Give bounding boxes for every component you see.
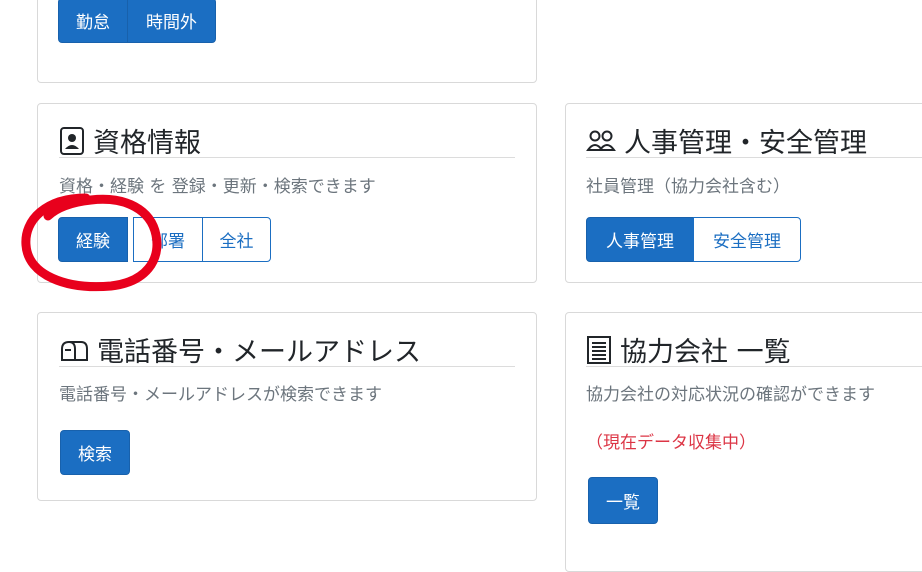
qualifications-description: 資格・経験 を 登録・更新・検索できます xyxy=(59,177,376,197)
people-icon xyxy=(586,128,616,154)
overtime-button[interactable]: 時間外 xyxy=(127,0,216,43)
data-collecting-note: （現在データ収集中） xyxy=(586,433,756,453)
mailbox-icon xyxy=(59,337,89,363)
list-document-icon xyxy=(586,335,612,365)
phone-description: 電話番号・メールアドレスが検索できます xyxy=(59,385,382,405)
safety-management-button[interactable]: 安全管理 xyxy=(693,217,801,262)
experience-button[interactable]: 経験 xyxy=(58,217,128,262)
partners-description: 協力会社の対応状況の確認ができます xyxy=(586,385,875,405)
search-button[interactable]: 検索 xyxy=(60,430,130,475)
hr-title-text: 人事管理・安全管理 xyxy=(624,128,867,159)
phone-title-text: 電話番号・メールアドレス xyxy=(97,337,421,368)
partners-divider xyxy=(586,366,922,367)
hr-management-button[interactable]: 人事管理 xyxy=(586,217,694,262)
partners-title: 協力会社 一覧 xyxy=(586,330,791,369)
qualifications-divider xyxy=(59,157,515,158)
id-badge-icon xyxy=(59,126,85,156)
attendance-button[interactable]: 勤怠 xyxy=(58,0,128,43)
qualifications-title-text: 資格情報 xyxy=(93,128,201,159)
phone-divider xyxy=(59,366,515,367)
partner-list-button[interactable]: 一覧 xyxy=(588,477,658,524)
department-button[interactable]: 部署 xyxy=(133,217,203,262)
company-wide-button[interactable]: 全社 xyxy=(202,217,271,262)
qualifications-title: 資格情報 xyxy=(59,121,201,160)
hr-description: 社員管理（協力会社含む） xyxy=(586,177,790,197)
hr-divider xyxy=(586,157,922,158)
hr-title: 人事管理・安全管理 xyxy=(586,121,867,160)
phone-title: 電話番号・メールアドレス xyxy=(59,330,421,369)
partners-title-text: 協力会社 一覧 xyxy=(620,337,791,368)
